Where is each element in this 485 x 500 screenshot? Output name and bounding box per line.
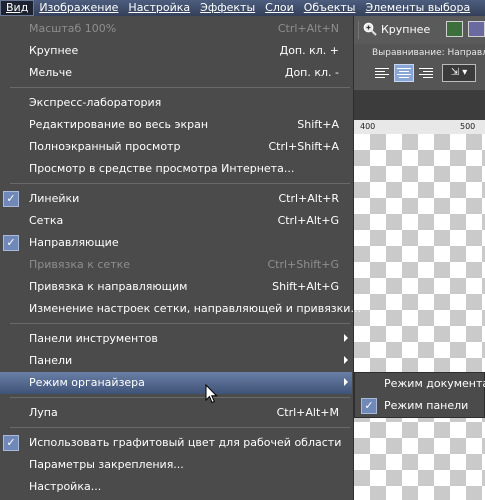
menu-item-label: Параметры закрепления...	[29, 458, 184, 471]
menu-item-zoom-in[interactable]: Крупнее Доп. кл. +	[0, 40, 352, 62]
checkmark-icon: ✓	[3, 235, 19, 251]
menu-separator	[10, 427, 350, 428]
magnifier-plus-icon	[363, 22, 377, 36]
ruler-tick: 500	[460, 122, 476, 131]
text-direction-icon: ⇲ ▾	[450, 67, 468, 78]
menu-item-guides[interactable]: ✓ Направляющие	[0, 232, 352, 254]
menu-item-shortcut: Доп. кл. +	[279, 44, 339, 57]
menu-separator	[10, 397, 350, 398]
submenu-item-label: Режим документа	[384, 377, 485, 390]
ruler-tick: 400	[360, 122, 376, 131]
view-menu-dropdown: Масштаб 100% Ctrl+Alt+N Крупнее Доп. кл.…	[0, 16, 361, 500]
organizer-mode-submenu: Режим документа ✓ Режим панели	[354, 372, 485, 418]
checkmark-icon: ✓	[361, 398, 377, 414]
text-options-toolbar: Выравнивание: Направле ⇲ ▾	[354, 44, 485, 90]
menu-item-shortcut: Ctrl+Shift+A	[268, 140, 339, 153]
picture-icon[interactable]	[446, 21, 463, 37]
submenu-item-document-mode[interactable]: Режим документа	[355, 373, 485, 395]
picture-edit-icon[interactable]	[468, 21, 485, 37]
menu-item-docking-options[interactable]: Параметры закрепления...	[0, 454, 352, 476]
menu-image[interactable]: Изображение	[34, 0, 123, 16]
menu-item-grid[interactable]: Сетка Ctrl+Alt+G	[0, 210, 352, 232]
menu-item-snap-to-guides[interactable]: Привязка к направляющим Shift+Alt+G	[0, 276, 352, 298]
menu-item-label: Просмотр в средстве просмотра Интернета.…	[29, 162, 295, 175]
menu-item-label: Полноэкранный просмотр	[29, 140, 181, 153]
toolbar-separator	[358, 21, 359, 39]
menu-item-shortcut: Ctrl+Alt+R	[278, 192, 339, 205]
menu-item-label: Редактирование во весь экран	[29, 118, 209, 131]
menu-item-shortcut: Ctrl+Alt+N	[277, 22, 339, 35]
zoom-in-button[interactable]: Крупнее	[363, 22, 430, 36]
menu-separator	[10, 183, 350, 184]
menu-item-label: Направляющие	[29, 236, 119, 249]
menu-item-label: Панели	[29, 354, 73, 367]
submenu-item-label: Режим панели	[384, 399, 469, 412]
menu-selections[interactable]: Элементы выбора	[360, 0, 475, 16]
menu-item-organizer-mode[interactable]: Режим органайзера	[0, 372, 352, 394]
menu-separator	[10, 87, 350, 88]
standard-toolbar: Крупнее	[354, 16, 485, 45]
menu-item-graphite-workspace[interactable]: ✓ Использовать графитовый цвет для рабоч…	[0, 432, 352, 454]
menu-item-label: Сетка	[29, 214, 64, 227]
horizontal-ruler: 400 500	[354, 120, 485, 134]
submenu-item-palette-mode[interactable]: ✓ Режим панели	[355, 395, 484, 417]
zoom-in-label: Крупнее	[381, 22, 431, 36]
menu-item-label: Изменение настроек сетки, направляющей и…	[29, 302, 361, 315]
menu-item-zoom-100: Масштаб 100% Ctrl+Alt+N	[0, 18, 352, 40]
alignment-buttons: ⇲ ▾	[372, 64, 476, 82]
menu-view[interactable]: Вид	[0, 0, 35, 16]
menu-item-zoom-out[interactable]: Мельче Доп. кл. -	[0, 62, 352, 84]
menu-item-label: Использовать графитовый цвет для рабочей…	[29, 436, 342, 449]
menu-item-label: Привязка к сетке	[29, 258, 131, 271]
align-right-button[interactable]	[416, 64, 436, 82]
mouse-pointer-icon	[205, 384, 218, 404]
align-left-button[interactable]	[372, 64, 392, 82]
menu-item-shortcut: Ctrl+Alt+M	[276, 406, 339, 419]
menu-item-web-preview[interactable]: Просмотр в средстве просмотра Интернета.…	[0, 158, 352, 180]
alignment-label: Выравнивание: Направле	[372, 48, 485, 58]
menu-item-grid-guide-snap-settings[interactable]: Изменение настроек сетки, направляющей и…	[0, 298, 361, 320]
menu-item-shortcut: Доп. кл. -	[284, 66, 339, 79]
menu-item-label: Панели инструментов	[29, 332, 158, 345]
menu-item-label: Режим органайзера	[29, 376, 145, 389]
menu-item-magnifier[interactable]: Лупа Ctrl+Alt+M	[0, 402, 352, 424]
menu-item-snap-to-grid: Привязка к сетке Ctrl+Shift+G	[0, 254, 352, 276]
menu-item-shortcut: Ctrl+Shift+G	[267, 258, 339, 271]
menu-adjust[interactable]: Настройка	[123, 0, 195, 16]
menu-item-express-lab[interactable]: Экспресс-лаборатория	[0, 92, 352, 114]
submenu-arrow-icon	[344, 378, 348, 386]
menu-item-label: Линейки	[29, 192, 80, 205]
text-direction-dropdown[interactable]: ⇲ ▾	[442, 64, 476, 82]
menu-item-customize[interactable]: Настройка...	[0, 476, 352, 498]
menu-item-rulers[interactable]: ✓ Линейки Ctrl+Alt+R	[0, 188, 352, 210]
submenu-arrow-icon	[344, 334, 348, 342]
workspace-background	[354, 90, 485, 120]
menu-item-full-screen-edit[interactable]: Редактирование во весь экран Shift+A	[0, 114, 352, 136]
menu-item-label: Масштаб 100%	[29, 22, 117, 35]
menu-item-shortcut: Ctrl+Alt+G	[277, 214, 339, 227]
menu-item-label: Настройка...	[29, 480, 102, 493]
submenu-arrow-icon	[344, 356, 348, 364]
menu-item-palettes[interactable]: Панели	[0, 350, 352, 372]
menu-item-label: Экспресс-лаборатория	[29, 96, 162, 109]
image-canvas[interactable]	[354, 134, 485, 500]
menu-bar: Вид Изображение Настройка Эффекты Слои О…	[0, 0, 485, 16]
menu-item-label: Мельче	[29, 66, 73, 79]
menu-item-label: Лупа	[29, 406, 58, 419]
menu-separator	[10, 323, 350, 324]
checkmark-icon: ✓	[3, 191, 19, 207]
menu-item-full-screen-preview[interactable]: Полноэкранный просмотр Ctrl+Shift+A	[0, 136, 352, 158]
menu-effects[interactable]: Эффекты	[195, 0, 260, 16]
align-center-button[interactable]	[394, 64, 414, 82]
checkmark-icon: ✓	[3, 435, 19, 451]
menu-item-shortcut: Shift+Alt+G	[272, 280, 339, 293]
menu-layers[interactable]: Слои	[260, 0, 299, 16]
menu-item-toolbars[interactable]: Панели инструментов	[0, 328, 352, 350]
menu-item-shortcut: Shift+A	[297, 118, 339, 131]
menu-item-label: Крупнее	[29, 44, 79, 57]
menu-item-label: Привязка к направляющим	[29, 280, 188, 293]
menu-objects[interactable]: Объекты	[299, 0, 361, 16]
